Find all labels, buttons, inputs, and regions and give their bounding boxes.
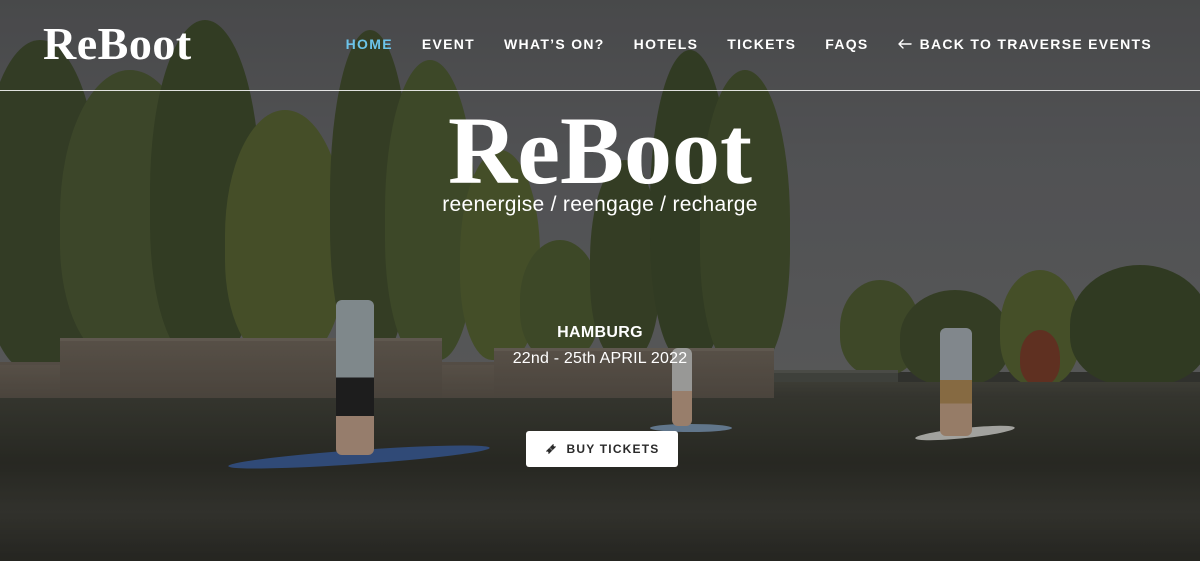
event-dates: 22nd - 25th APRIL 2022 (512, 350, 688, 367)
back-to-traverse-events-link[interactable]: BACK TO TRAVERSE EVENTS (897, 36, 1152, 52)
back-link-label: BACK TO TRAVERSE EVENTS (919, 36, 1152, 52)
nav-item-whats-on[interactable]: WHAT’S ON? (504, 36, 605, 52)
hero-section: ReBoot HOME EVENT WHAT’S ON? HOTELS TICK… (0, 0, 1200, 561)
nav-item-event[interactable]: EVENT (422, 36, 475, 52)
nav-item-tickets[interactable]: TICKETS (727, 36, 796, 52)
nav-item-home[interactable]: HOME (346, 36, 393, 52)
buy-tickets-button[interactable]: BUY TICKETS (526, 431, 678, 467)
main-nav: HOME EVENT WHAT’S ON? HOTELS TICKETS FAQ… (346, 36, 1152, 52)
top-navigation-bar: ReBoot HOME EVENT WHAT’S ON? HOTELS TICK… (0, 0, 1200, 91)
ticket-icon (545, 444, 556, 454)
hero-tagline: reenergise / reengage / recharge (442, 193, 758, 216)
nav-item-faqs[interactable]: FAQS (825, 36, 868, 52)
site-logo[interactable]: ReBoot (43, 17, 192, 70)
nav-item-hotels[interactable]: HOTELS (634, 36, 699, 52)
buy-tickets-label: BUY TICKETS (566, 442, 660, 456)
arrow-left-icon (897, 39, 912, 49)
hero-title: ReBoot (448, 97, 752, 204)
event-city: HAMBURG (557, 324, 643, 341)
